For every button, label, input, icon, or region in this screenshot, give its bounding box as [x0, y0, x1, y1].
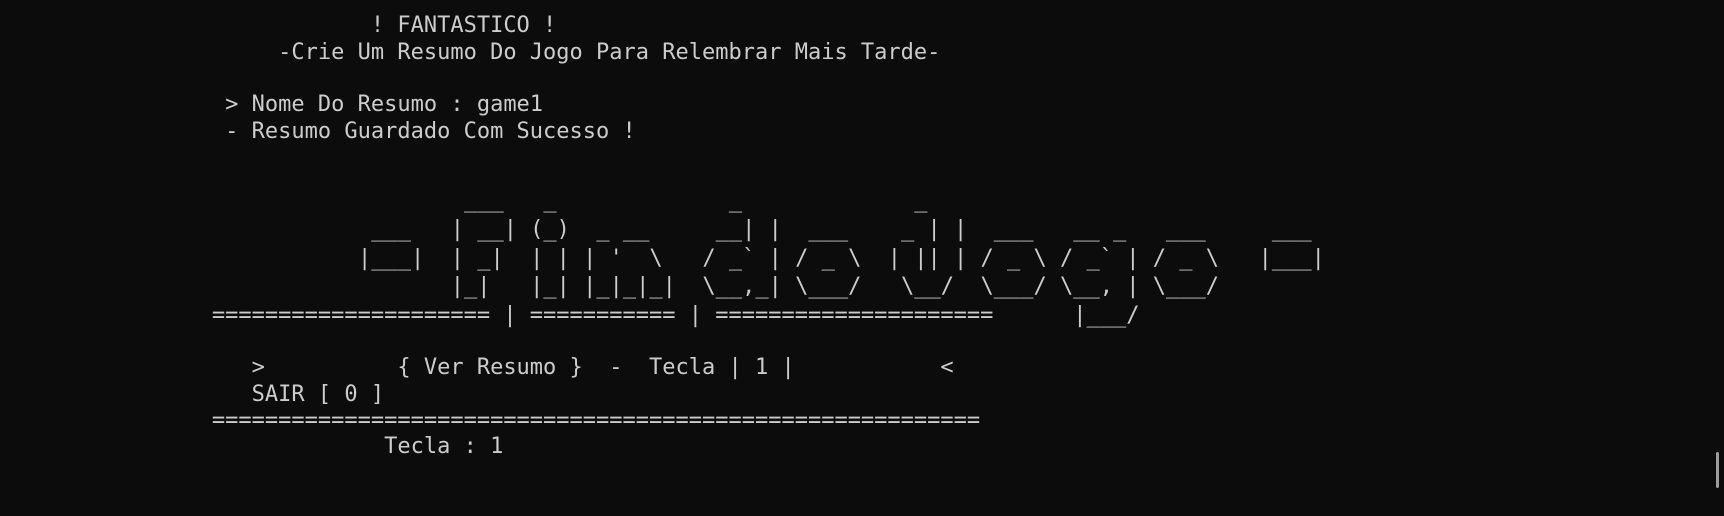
page-subtitle: -Crie Um Resumo Do Jogo Para Relembrar M… — [0, 40, 941, 65]
vertical-scrollbar[interactable] — [1716, 452, 1719, 488]
save-success-message: - Resumo Guardado Com Sucesso ! — [0, 119, 636, 144]
separator-top: ===================== | =========== | ==… — [0, 303, 994, 328]
terminal-window[interactable]: ! FANTASTICO ! -Crie Um Resumo Do Jogo P… — [0, 0, 1724, 516]
menu-option-sair: SAIR [ 0 ] — [0, 382, 385, 407]
summary-name-prompt: > Nome Do Resumo : game1 — [0, 92, 544, 117]
separator-bottom: ========================================… — [0, 408, 981, 433]
menu-option-ver-resumo: > { Ver Resumo } - Tecla | 1 | < — [0, 355, 954, 380]
key-input-echo: Tecla : 1 — [0, 434, 504, 459]
page-title: ! FANTASTICO ! — [0, 13, 557, 38]
